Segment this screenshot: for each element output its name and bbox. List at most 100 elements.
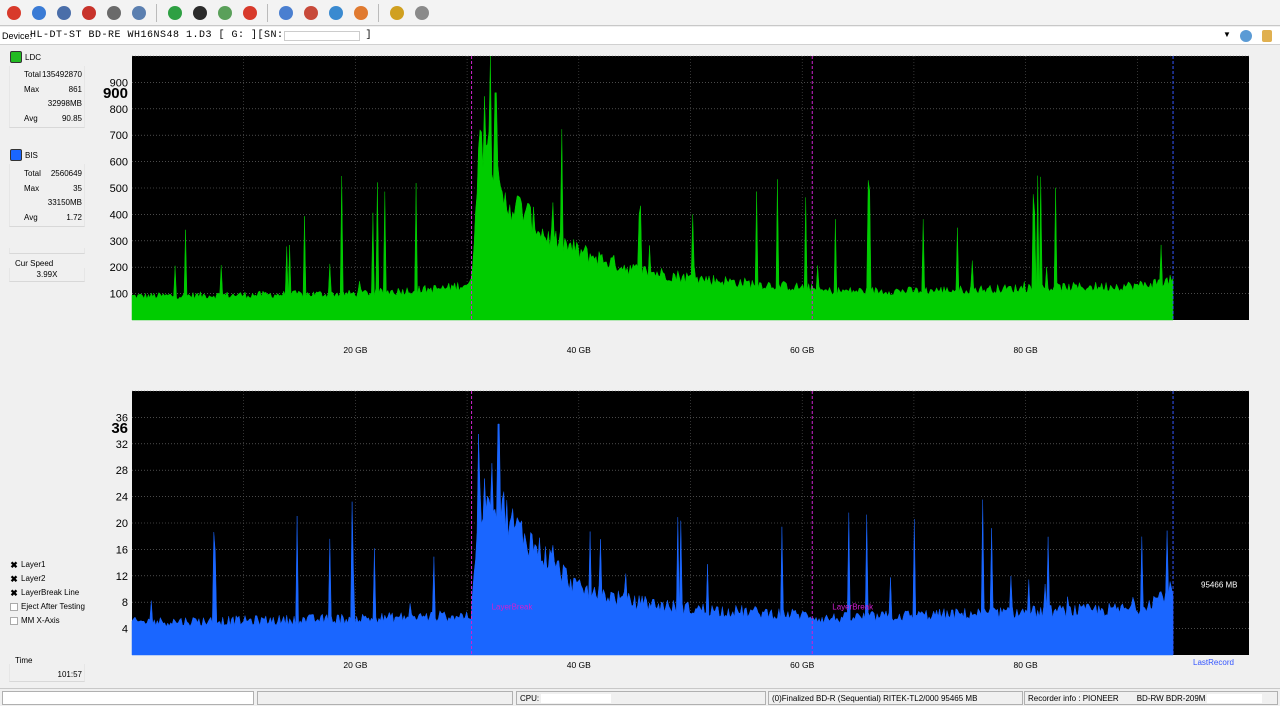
checkbox-label: Layer1 xyxy=(21,560,46,569)
size-annotation: 95466 MB xyxy=(1201,581,1237,590)
sidebar: LDC Total 135492870 Max 861 32998MB Avg … xyxy=(0,46,90,686)
toolbar-separator xyxy=(156,3,157,22)
scan-icon xyxy=(192,5,207,20)
recorder-info-field: Recorder info : PIONEER BD-RW BDR-209M xyxy=(1024,691,1278,705)
stop-button[interactable] xyxy=(240,3,259,22)
bis-total-value: 2560649 xyxy=(50,169,82,178)
device-label: Device: xyxy=(2,30,33,41)
disc-icon xyxy=(278,5,293,20)
checkbox-label: LayerBreak Line xyxy=(21,588,80,597)
bis-avg-value: 1.72 xyxy=(66,213,82,222)
chevron-down-icon[interactable]: ▼ xyxy=(1223,30,1231,39)
stop-icon xyxy=(242,5,257,20)
cpu-field: CPU: xyxy=(516,691,766,705)
y-tick-label: 12 xyxy=(116,571,128,583)
checkbox-layer2[interactable]: ✖ Layer2 xyxy=(10,574,45,583)
print-button[interactable] xyxy=(412,3,431,22)
refresh-device-icon[interactable] xyxy=(1240,30,1252,42)
checkbox-layerbreak-line[interactable]: ✖ LayerBreak Line xyxy=(10,588,79,597)
settings-button[interactable] xyxy=(215,3,234,22)
checkbox-checked-icon[interactable]: ✖ xyxy=(10,588,18,597)
x-tick-label: 20 GB xyxy=(343,345,367,355)
recorder-serial-field xyxy=(1207,693,1263,703)
info-button[interactable] xyxy=(29,3,48,22)
refresh-button[interactable] xyxy=(165,3,184,22)
scan-button[interactable] xyxy=(190,3,209,22)
bis-max-mb-value: 33150MB xyxy=(47,198,82,207)
bis-legend: BIS xyxy=(10,149,38,161)
toolbar xyxy=(0,0,1280,26)
charts-svg: 10020030040050060070080090090020 GB 40 GB… xyxy=(103,55,1249,670)
y-tick-label: 16 xyxy=(116,544,128,556)
checkbox-label: Eject After Testing xyxy=(21,602,85,611)
eject-icon xyxy=(106,5,121,20)
chart-button[interactable] xyxy=(387,3,406,22)
y-tick-label: 20 xyxy=(116,518,128,530)
status-bar: CPU: (0)Finalized BD-R (Sequential) RITE… xyxy=(0,688,1280,706)
recorder-label: Recorder info : PIONEER xyxy=(1028,693,1119,703)
status-field-empty xyxy=(257,691,513,705)
drive-icon xyxy=(56,5,71,20)
x-tick-label: 40 GB xyxy=(567,345,591,355)
bis-max-value: 35 xyxy=(73,184,82,193)
checkbox-eject-after-testing[interactable]: Eject After Testing xyxy=(10,602,85,611)
checkbox-unchecked-icon[interactable] xyxy=(10,602,18,611)
checkbox-checked-icon[interactable]: ✖ xyxy=(10,574,18,583)
y-tick-label: 300 xyxy=(110,236,128,248)
eject-button[interactable] xyxy=(104,3,123,22)
erase-button[interactable] xyxy=(79,3,98,22)
bis-max-mb-row: 33150MB xyxy=(10,198,84,212)
disc-button[interactable] xyxy=(276,3,295,22)
y-tick-label: 700 xyxy=(110,130,128,142)
checkbox-layer1[interactable]: ✖ Layer1 xyxy=(10,560,45,569)
checkbox-unchecked-icon[interactable] xyxy=(10,616,18,625)
disc-info-text: (0)Finalized BD-R (Sequential) RITEK-TL2… xyxy=(772,693,978,703)
bis-swatch xyxy=(10,149,22,161)
cpu-meter xyxy=(541,693,612,703)
drive-info-button[interactable] xyxy=(54,3,73,22)
burn-button[interactable] xyxy=(301,3,320,22)
separator-box xyxy=(9,248,85,254)
bis-max-label: Max xyxy=(24,184,40,193)
info-icon xyxy=(31,5,46,20)
bis-total-label: Total xyxy=(24,169,41,178)
ldc-max-row: Max 861 xyxy=(10,85,84,99)
chart-bis: 48121620242832363620 GB 40 GB 60 GB 80 GBLa… xyxy=(111,390,1249,670)
bis-total-row: Total 2560649 xyxy=(10,169,84,183)
x-tick-label: 20 GB xyxy=(343,660,367,670)
bis-max-row: Max 35 xyxy=(10,184,84,198)
lock-icon[interactable] xyxy=(1262,30,1272,42)
toolbar-separator xyxy=(267,3,268,22)
ldc-avg-label: Avg xyxy=(24,114,38,123)
ldc-max-mb-row: 32998MB xyxy=(10,99,84,113)
copy-icon xyxy=(328,5,343,20)
y-tick-label: 4 xyxy=(122,624,128,636)
checkbox-checked-icon[interactable]: ✖ xyxy=(10,560,18,569)
test-button[interactable] xyxy=(351,3,370,22)
x-tick-label: 80 GB xyxy=(1014,660,1038,670)
media-button[interactable] xyxy=(129,3,148,22)
ldc-total-label: Total xyxy=(24,70,41,79)
recorder-model: BD-RW BDR-209M xyxy=(1136,693,1206,703)
y-tick-label: 100 xyxy=(110,289,128,301)
chart-icon xyxy=(389,5,404,20)
power-button[interactable] xyxy=(4,3,23,22)
y-tick-label: 200 xyxy=(110,262,128,274)
device-selector[interactable]: HL-DT-ST BD-RE WH16NS48 1.D3 [ G: ][SN: xyxy=(30,30,284,41)
bis-avg-row: Avg 1.72 xyxy=(10,213,84,227)
device-bar: Device: HL-DT-ST BD-RE WH16NS48 1.D3 [ G… xyxy=(0,27,1280,45)
media-icon xyxy=(131,5,146,20)
x-tick-label: 40 GB xyxy=(567,660,591,670)
y-tick-label: 800 xyxy=(110,104,128,116)
checkbox-label: MM X-Axis xyxy=(21,616,60,625)
y-tick-label: 400 xyxy=(110,209,128,221)
chart-area: 100 200 300 400 500 600 700 800 900 900 20 GB 40 GB… xyxy=(90,46,1280,686)
cur-speed-label: Cur Speed xyxy=(15,259,54,268)
printer-icon xyxy=(414,5,429,20)
copy-button[interactable] xyxy=(326,3,345,22)
ldc-swatch xyxy=(10,51,22,63)
x-tick-label: 60 GB xyxy=(790,345,814,355)
time-value: 101:57 xyxy=(57,670,82,679)
checkbox-mm-x-axis[interactable]: MM X-Axis xyxy=(10,616,60,625)
y-tick-label: 32 xyxy=(116,439,128,451)
